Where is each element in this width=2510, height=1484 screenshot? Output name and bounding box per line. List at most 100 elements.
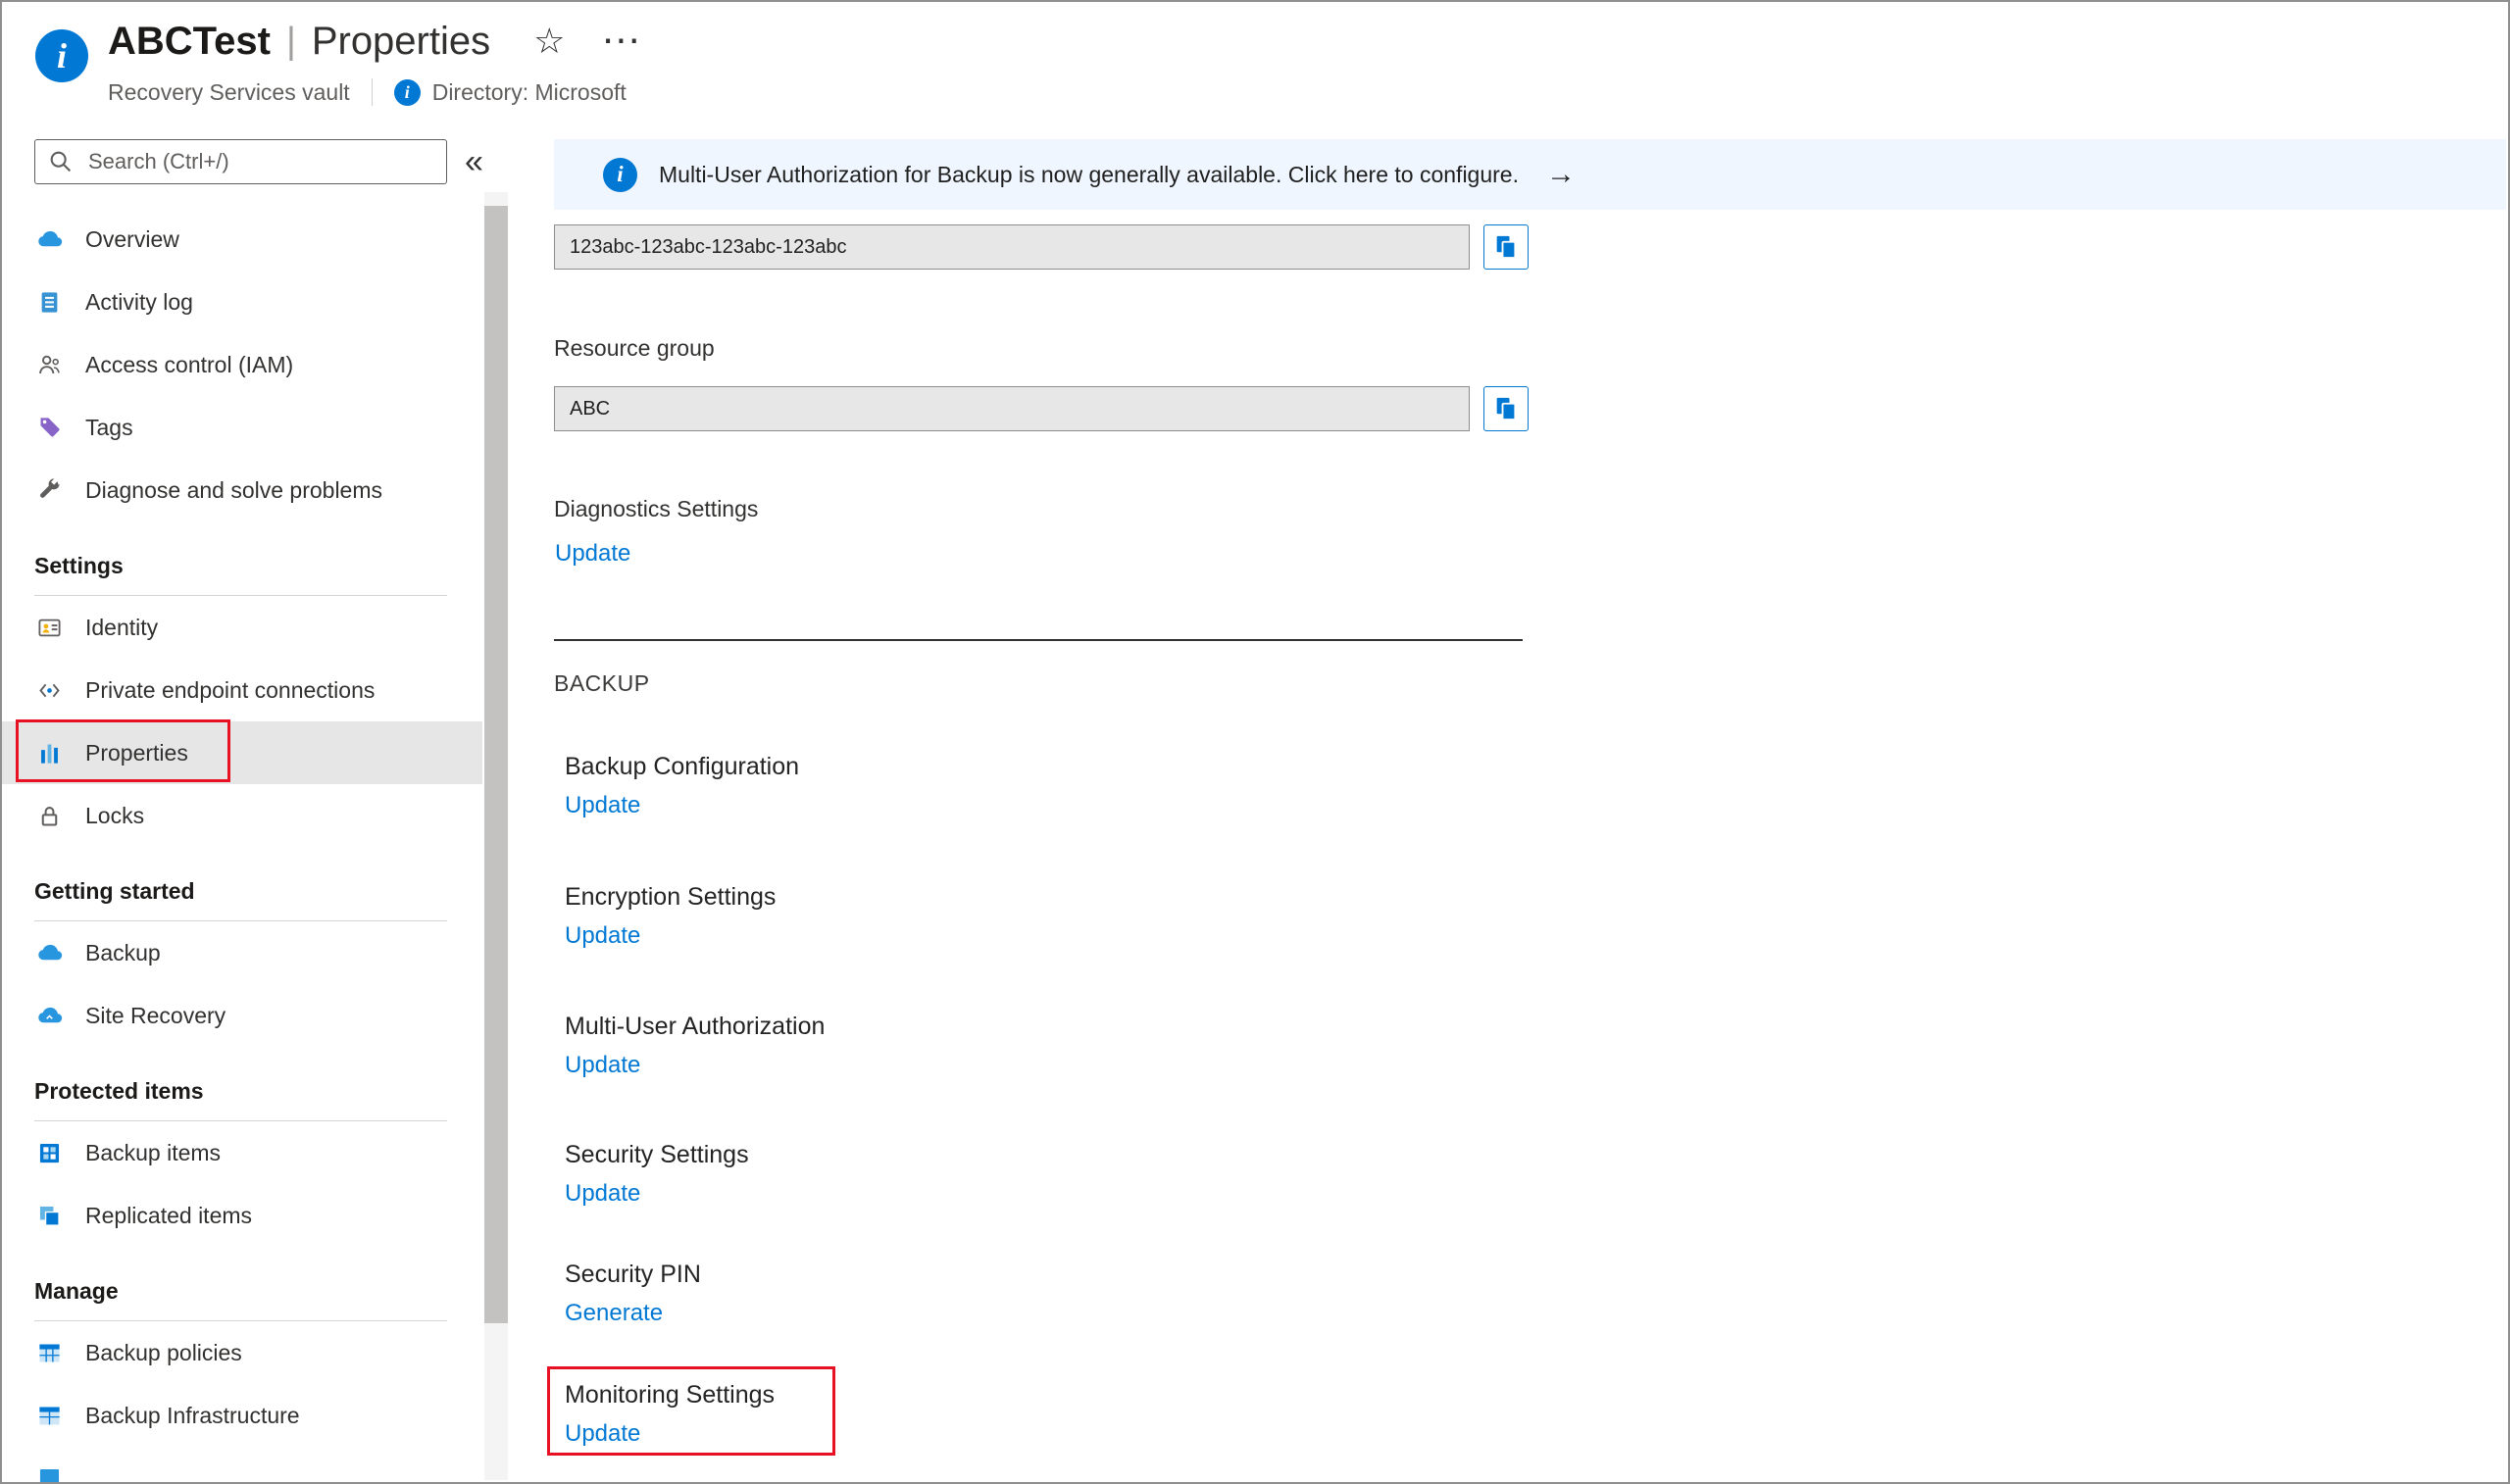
activity-log-icon <box>34 287 64 317</box>
info-glyph: i <box>56 36 67 75</box>
cloud-icon <box>34 938 64 967</box>
monitoring-settings-block: Monitoring Settings Update <box>565 1380 775 1449</box>
sidebar-menu: Overview Activity log Access control (IA… <box>2 208 482 1482</box>
encryption-settings-update-link[interactable]: Update <box>565 921 640 951</box>
notification-banner[interactable]: i Multi-User Authorization for Backup is… <box>554 139 2506 210</box>
wrench-icon <box>34 475 64 505</box>
section-divider <box>554 639 1523 641</box>
copy-icon <box>1496 235 1517 260</box>
vault-id-row <box>554 224 1529 270</box>
people-icon <box>34 350 64 379</box>
multi-user-authorization-update-link[interactable]: Update <box>565 1051 640 1080</box>
copy-vault-id-button[interactable] <box>1483 224 1529 270</box>
grid-icon <box>34 1138 64 1167</box>
diagnostics-settings-label: Diagnostics Settings <box>554 496 759 521</box>
monitoring-settings-update-link[interactable]: Update <box>565 1419 640 1449</box>
sidebar-item-label: Private endpoint connections <box>85 676 376 703</box>
encryption-settings-block: Encryption Settings Update <box>565 882 776 951</box>
copy-icon <box>1496 397 1517 421</box>
sidebar-item-label: Backup items <box>85 1139 222 1165</box>
page-title: Properties <box>311 19 491 63</box>
layers-icon <box>34 1201 64 1230</box>
directory-label: Directory: Microsoft <box>431 78 627 105</box>
sidebar-item-diagnose[interactable]: Diagnose and solve problems <box>2 459 482 521</box>
sidebar-item-site-recovery[interactable]: Site Recovery <box>2 984 482 1047</box>
sidebar-item-label: Backup policies <box>85 1339 242 1365</box>
sidebar-item-label: Activity log <box>85 288 193 315</box>
title-separator: | <box>285 20 296 62</box>
sidebar-item-backup-policies[interactable]: Backup policies <box>2 1321 482 1384</box>
app-window: i ABCTest | Properties ☆ … Recovery Serv… <box>0 0 2510 1484</box>
sidebar-item-label: Access control (IAM) <box>85 351 294 377</box>
sidebar-item-locks[interactable]: Locks <box>2 784 482 847</box>
vault-id-input[interactable] <box>554 224 1470 270</box>
vault-name: ABCTest <box>108 19 271 63</box>
multi-user-authorization-block: Multi-User Authorization Update <box>565 1012 825 1080</box>
cloud-icon <box>34 1001 64 1030</box>
banner-info-icon: i <box>603 157 637 192</box>
resource-info-icon: i <box>35 29 88 82</box>
scrollbar-thumb[interactable] <box>484 206 508 1323</box>
sidebar-item-backup-infrastructure[interactable]: Backup Infrastructure <box>2 1384 482 1447</box>
sidebar-item-overview[interactable]: Overview <box>2 208 482 271</box>
security-pin-generate-link[interactable]: Generate <box>565 1299 663 1328</box>
sidebar-item-backup-items[interactable]: Backup items <box>2 1121 482 1184</box>
sidebar-item-private-endpoint-connections[interactable]: Private endpoint connections <box>2 659 482 721</box>
sidebar-item-label: Backup Infrastructure <box>85 1402 300 1428</box>
sidebar-item-label: Overview <box>85 225 179 252</box>
diagnostics-update-link[interactable]: Update <box>555 540 630 568</box>
directory-info-icon: i <box>393 78 421 106</box>
sidebar-section-getting-started: Getting started <box>34 859 447 921</box>
security-pin-block: Security PIN Generate <box>565 1260 701 1328</box>
sidebar-section-manage: Manage <box>34 1259 447 1321</box>
search-icon <box>47 148 75 180</box>
sidebar-item-replicated-items[interactable]: Replicated items <box>2 1184 482 1247</box>
favorite-star-icon[interactable]: ☆ <box>533 21 565 62</box>
monitoring-settings-label: Monitoring Settings <box>565 1381 776 1409</box>
resource-subtitle-row: Recovery Services vault i Directory: Mic… <box>108 78 627 106</box>
lock-icon <box>34 801 64 830</box>
copy-resource-group-button[interactable] <box>1483 386 1529 431</box>
bar-chart-icon <box>34 738 64 767</box>
backup-section-header: BACKUP <box>554 670 650 696</box>
banner-message: Multi-User Authorization for Backup is n… <box>659 161 1519 187</box>
security-settings-update-link[interactable]: Update <box>565 1179 640 1209</box>
endpoint-icon <box>34 675 64 705</box>
sidebar-collapse-button[interactable]: « <box>465 143 483 181</box>
sidebar-item-label: Diagnose and solve problems <box>85 476 383 503</box>
page-title-row: ABCTest | Properties ☆ … <box>108 6 641 65</box>
sidebar-item-partial[interactable] <box>2 1447 482 1482</box>
identity-card-icon <box>34 613 64 642</box>
sidebar-section-settings: Settings <box>34 533 447 596</box>
table-icon <box>34 1401 64 1430</box>
encryption-settings-label: Encryption Settings <box>565 883 777 911</box>
security-settings-block: Security Settings Update <box>565 1140 749 1209</box>
sidebar-item-label: Identity <box>85 614 159 640</box>
grid-icon <box>34 1463 64 1482</box>
security-pin-label: Security PIN <box>565 1261 701 1288</box>
sidebar-item-label: Tags <box>85 414 133 440</box>
backup-configuration-update-link[interactable]: Update <box>565 791 640 820</box>
sidebar-item-backup[interactable]: Backup <box>2 921 482 984</box>
sidebar-scrollbar[interactable] <box>484 192 508 1480</box>
security-settings-label: Security Settings <box>565 1141 749 1168</box>
sidebar-item-tags[interactable]: Tags <box>2 396 482 459</box>
sidebar-item-properties[interactable]: Properties <box>2 721 482 784</box>
sidebar-item-identity[interactable]: Identity <box>2 596 482 659</box>
banner-arrow-icon: → <box>1545 158 1576 190</box>
cloud-icon <box>34 224 64 254</box>
sidebar-item-label: Replicated items <box>85 1202 253 1228</box>
subtitle-divider <box>371 78 373 106</box>
resource-type-label: Recovery Services vault <box>108 78 350 105</box>
resource-group-row <box>554 386 1529 431</box>
backup-configuration-block: Backup Configuration Update <box>565 752 799 820</box>
resource-group-label: Resource group <box>554 335 715 361</box>
sidebar-item-activity-log[interactable]: Activity log <box>2 271 482 333</box>
table-icon <box>34 1338 64 1367</box>
resource-group-input[interactable] <box>554 386 1470 431</box>
sidebar-item-label: Locks <box>85 802 145 828</box>
sidebar-item-access-control[interactable]: Access control (IAM) <box>2 333 482 396</box>
more-menu-icon[interactable]: … <box>600 6 641 53</box>
search-input[interactable] <box>34 139 447 184</box>
backup-configuration-label: Backup Configuration <box>565 753 800 780</box>
